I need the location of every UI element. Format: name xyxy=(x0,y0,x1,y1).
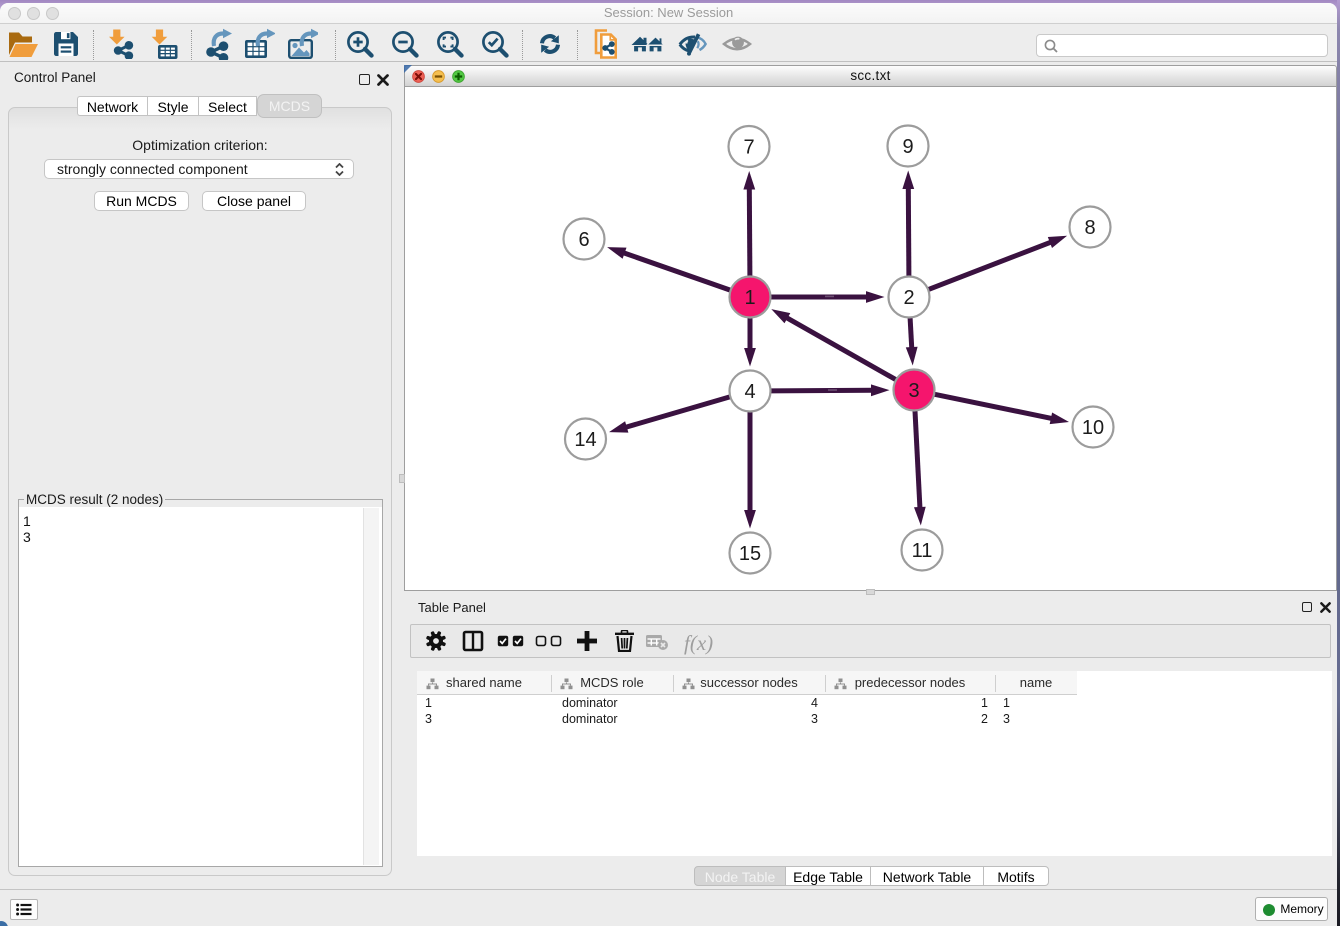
svg-text:7: 7 xyxy=(743,137,754,159)
svg-text:3: 3 xyxy=(908,380,919,402)
svg-text:10: 10 xyxy=(1082,417,1104,439)
svg-text:4: 4 xyxy=(744,381,755,403)
svg-text:14: 14 xyxy=(574,429,596,451)
svg-text:1: 1 xyxy=(744,287,755,309)
svg-text:6: 6 xyxy=(578,229,589,251)
svg-text:9: 9 xyxy=(902,136,913,158)
svg-text:8: 8 xyxy=(1084,217,1095,239)
svg-text:11: 11 xyxy=(912,540,933,562)
svg-text:2: 2 xyxy=(903,287,914,309)
svg-text:15: 15 xyxy=(739,543,761,565)
